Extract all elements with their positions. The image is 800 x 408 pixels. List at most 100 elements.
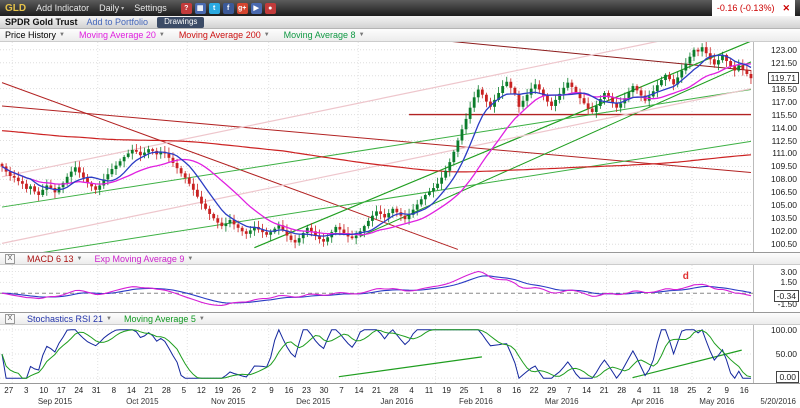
menu-settings[interactable]: Settings [134,3,167,13]
time-tick-label: 16 [512,386,521,395]
last-price-badge: 119.71 [768,72,799,84]
legend-item[interactable]: Exp Moving Average 9▼ [94,254,193,264]
help-icon[interactable]: ? [181,3,192,14]
month-label: Apr 2016 [631,397,663,406]
time-tick-label: 29 [547,386,556,395]
legend-item[interactable]: Price History▼ [5,30,65,40]
macd-value-badge: -0.34 [774,290,799,302]
time-tick-label: 10 [39,386,48,395]
time-tick-label: 19 [442,386,451,395]
stoch-grid [0,325,753,383]
macd-line [2,272,751,306]
legend-label: Price History [5,30,56,40]
price-plot[interactable] [0,42,753,252]
month-label: Jan 2016 [380,397,413,406]
chevron-down-icon: ▼ [106,316,112,322]
axis-label: 1.50 [780,277,797,287]
twitter-icon[interactable]: t [209,3,220,14]
time-tick-label: 3 [24,386,28,395]
legend-label: Moving Average 200 [179,30,261,40]
close-macd-button[interactable]: X [5,254,15,264]
time-tick-label: 12 [197,386,206,395]
legend-item[interactable]: MACD 6 13▼ [27,254,82,264]
time-tick-label: 8 [112,386,116,395]
axis-label: 117.00 [772,97,797,107]
time-tick-label: 11 [425,386,433,395]
time-tick-label: 21 [372,386,381,395]
time-tick-label: 18 [670,386,679,395]
facebook-icon[interactable]: f [223,3,234,14]
axis-label: 108.00 [771,174,797,184]
stoch-legend: Stochastics RSI 21▼Moving Average 5▼ [27,314,205,324]
stoch-plot-row: 100.0050.000.00 0.00 [0,325,800,383]
menu-add-indicator[interactable]: Add Indicator [36,3,89,13]
time-tick-label: 16 [284,386,293,395]
stoch-plot[interactable] [0,325,753,383]
time-tick-label: 5 [182,386,186,395]
time-tick-label: 7 [567,386,571,395]
macd-panel-header: X MACD 6 13▼ Exp Moving Average 9▼ [0,252,800,265]
axis-label: 111.00 [772,148,797,158]
time-tick-label: 11 [653,386,661,395]
add-to-portfolio-link[interactable]: Add to Portfolio [87,17,149,27]
chevron-down-icon: ▼ [187,256,193,262]
security-name: SPDR Gold Trust [5,17,78,27]
chevron-down-icon: ▼ [59,32,65,38]
axis-label: 121.50 [771,58,797,68]
legend-item[interactable]: Stochastics RSI 21▼ [27,314,112,324]
legend-label: Moving Average 5 [124,314,196,324]
drawings-button[interactable]: Drawings [157,17,204,28]
security-bar: SPDR Gold Trust Add to Portfolio Drawing… [0,16,800,29]
macd-axis: 3.001.50-1.50 [753,265,800,312]
time-tick-label: 4 [637,386,641,395]
month-label: Nov 2015 [211,397,245,406]
layout-icon[interactable]: ▦ [195,3,206,14]
time-tick-label: 28 [390,386,399,395]
macd-plot[interactable] [0,265,753,312]
month-label: May 2016 [699,397,734,406]
legend-item[interactable]: Moving Average 20▼ [79,30,165,40]
time-tick-label: 8 [497,386,501,395]
legend-label: Moving Average 8 [284,30,356,40]
time-tick-label: 19 [214,386,223,395]
chevron-down-icon: ▾ [121,5,124,12]
axis-label: 118.50 [772,84,797,94]
macd-signal-line [2,276,751,303]
time-tick-label: 21 [600,386,609,395]
axis-label: 100.00 [771,325,797,335]
legend-item[interactable]: Moving Average 8▼ [284,30,365,40]
time-tick-label: 9 [724,386,728,395]
time-tick-label: 1 [479,386,483,395]
chevron-down-icon: ▼ [199,316,205,322]
close-stoch-button[interactable]: X [5,314,15,324]
legend-label: Exp Moving Average 9 [94,254,184,264]
time-tick-label: 27 [4,386,13,395]
top-toolbar: GLD Add Indicator Daily ▾ Settings ?▦tfg… [0,0,800,16]
time-tick-label: 23 [302,386,311,395]
month-label: Dec 2015 [296,397,330,406]
axis-label: 105.00 [771,200,797,210]
chevron-down-icon: ▼ [159,32,165,38]
time-tick-label: 28 [162,386,171,395]
time-tick-label: 2 [707,386,711,395]
time-tick-label: 25 [687,386,696,395]
time-tick-label: 14 [355,386,364,395]
chevron-down-icon: ▼ [264,32,270,38]
close-icon[interactable]: ✕ [782,3,790,14]
legend-item[interactable]: Moving Average 5▼ [124,314,205,324]
month-label: Mar 2016 [545,397,579,406]
axis-label: 109.50 [771,161,797,171]
video-icon[interactable]: ▶ [251,3,262,14]
axis-label: 123.00 [771,45,797,55]
googleplus-icon[interactable]: g+ [237,3,248,14]
legend-label: Stochastics RSI 21 [27,314,103,324]
menu-timeframe[interactable]: Daily ▾ [99,3,124,13]
trendlines-layer[interactable] [2,42,751,252]
legend-item[interactable]: Moving Average 200▼ [179,30,270,40]
time-tick-label: 22 [530,386,539,395]
record-icon[interactable]: ● [265,3,276,14]
month-label: Feb 2016 [459,397,493,406]
axis-label: 106.50 [771,187,797,197]
macd-annotation: d [683,271,689,282]
quote-box: -0.16 (-0.13%) ✕ [712,0,795,16]
